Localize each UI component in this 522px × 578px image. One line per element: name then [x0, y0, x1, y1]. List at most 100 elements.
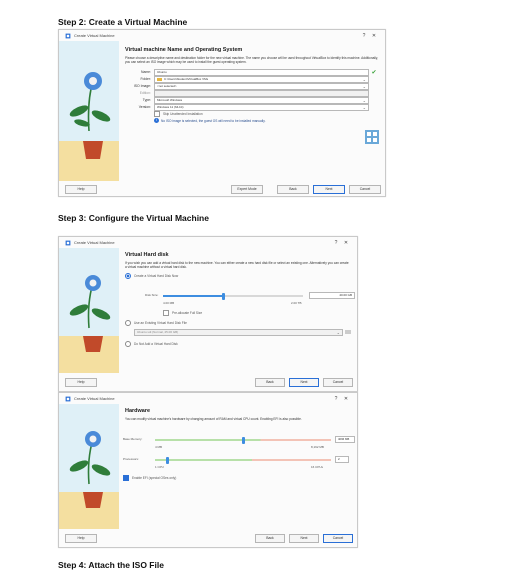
- existing-disk-label: Use an Existing Virtual Hard Disk File: [134, 321, 187, 325]
- info-text: No ISO image is selected, the guest OS w…: [161, 118, 266, 123]
- type-select[interactable]: Microsoft Windows ⌄: [154, 96, 369, 104]
- help-icon[interactable]: ?: [331, 240, 341, 246]
- version-select[interactable]: Windows 11 (64-bit) ⌄: [154, 103, 369, 111]
- cpu-slider-track[interactable]: [155, 459, 331, 461]
- memory-slider-thumb[interactable]: [241, 436, 245, 444]
- version-value: Windows 11 (64-bit): [157, 104, 184, 109]
- iso-image-select[interactable]: <not selected> ⌄: [154, 82, 369, 90]
- page-title: Virtual Hard disk: [125, 252, 169, 258]
- window-title: Create Virtual Machine: [74, 396, 115, 401]
- existing-disk-value: Ubuntu.vdi (Normal, 25.00 GB): [137, 330, 179, 334]
- next-button[interactable]: Next: [289, 378, 319, 387]
- step-3-heading: Step 3: Configure the Virtual Machine: [58, 213, 209, 223]
- help-icon[interactable]: ?: [359, 33, 369, 39]
- disk-min-label: 4.00 MB: [163, 301, 175, 305]
- disk-max-label: 2.00 TB: [291, 301, 302, 305]
- radio[interactable]: [125, 341, 131, 347]
- folder-icon: [157, 77, 162, 81]
- step-2-heading: Step 2: Create a Virtual Machine: [58, 17, 188, 27]
- cancel-button[interactable]: Cancel: [349, 185, 381, 194]
- create-vm-dialog-hard-disk: Create Virtual Machine ? ✕ Virtual Hard …: [58, 236, 358, 392]
- cpu-max-label: 16 CPUs: [311, 465, 324, 469]
- iso-value: <not selected>: [157, 83, 177, 88]
- disk-size-slider-fill: [163, 295, 224, 297]
- create-disk-label: Create a Virtual Hard Disk Now: [134, 273, 179, 278]
- create-vm-dialog-hardware: Create Virtual Machine ? ✕ Hardware You …: [58, 392, 358, 548]
- help-button[interactable]: Help: [65, 534, 97, 543]
- edition-select: [154, 89, 369, 97]
- folder-field[interactable]: C:\Users\Student\VirtualBox VMs ⌄: [154, 75, 369, 83]
- name-label: Name:: [141, 70, 151, 75]
- titlebar: Create Virtual Machine ? ✕: [59, 393, 357, 404]
- titlebar: Create Virtual Machine ? ✕: [59, 237, 357, 248]
- dropdown-icon[interactable]: ⌄: [363, 77, 366, 82]
- close-icon[interactable]: ✕: [341, 240, 351, 246]
- name-row: Name: Ubuntu ✔: [125, 68, 379, 76]
- disk-size-field[interactable]: 40.00 GB: [309, 292, 355, 299]
- preallocate-label: Pre-allocate Full Size: [172, 311, 203, 315]
- memory-label: Base Memory:: [123, 437, 143, 441]
- info-message: i No ISO image is selected, the guest OS…: [125, 117, 379, 125]
- checkbox[interactable]: [123, 475, 129, 481]
- check-icon: ✔: [371, 69, 377, 76]
- page-description: If you wish you can add a virtual hard d…: [125, 261, 349, 270]
- wizard-illustration: [59, 248, 119, 373]
- wizard-illustration: [59, 404, 119, 529]
- virtualbox-icon: [65, 240, 71, 245]
- dropdown-icon[interactable]: ⌄: [363, 84, 366, 89]
- version-row: Version: Windows 11 (64-bit) ⌄: [125, 103, 379, 111]
- titlebar: Create Virtual Machine ? ✕: [59, 30, 385, 41]
- edition-label: Edition:: [139, 91, 151, 96]
- back-button[interactable]: Back: [277, 185, 309, 194]
- preallocate-checkbox[interactable]: Pre-allocate Full Size: [163, 310, 202, 316]
- no-disk-option[interactable]: Do Not Add a Virtual Hard Disk: [125, 341, 178, 347]
- next-button[interactable]: Next: [313, 185, 345, 194]
- radio[interactable]: [125, 320, 131, 326]
- help-icon[interactable]: ?: [331, 396, 341, 402]
- checkbox[interactable]: [154, 110, 160, 117]
- back-button[interactable]: Back: [255, 378, 285, 387]
- skip-unattended-label: Skip Unattended Installation: [163, 111, 203, 116]
- help-button[interactable]: Help: [65, 378, 97, 387]
- folder-row: Folder: C:\Users\Student\VirtualBox VMs …: [125, 75, 379, 83]
- edition-row: Edition:: [125, 89, 379, 97]
- version-label: Version:: [138, 105, 151, 110]
- disk-size-label: Disk Size:: [145, 293, 159, 297]
- virtualbox-icon: [65, 33, 71, 38]
- dropdown-icon[interactable]: ⌄: [363, 105, 366, 110]
- help-button[interactable]: Help: [65, 185, 97, 194]
- type-value: Microsoft Windows: [157, 97, 183, 102]
- efi-checkbox[interactable]: Enable EFI (special OSes only): [123, 475, 176, 481]
- next-button[interactable]: Next: [289, 534, 319, 543]
- page-description: You can modify virtual machine's hardwar…: [125, 417, 302, 421]
- no-disk-label: Do Not Add a Virtual Hard Disk: [134, 342, 178, 346]
- back-button[interactable]: Back: [255, 534, 285, 543]
- close-icon[interactable]: ✕: [369, 33, 379, 39]
- cpu-slider-thumb[interactable]: [165, 456, 169, 464]
- expert-mode-button[interactable]: Expert Mode: [231, 185, 263, 194]
- disk-size-slider-thumb[interactable]: [221, 292, 225, 300]
- memory-max-label: 8,192 MB: [311, 445, 324, 449]
- folder-value: C:\Users\Student\VirtualBox VMs: [164, 76, 209, 81]
- dropdown-icon[interactable]: ⌄: [363, 98, 366, 103]
- create-disk-option[interactable]: Create a Virtual Hard Disk Now: [125, 272, 351, 279]
- existing-disk-select: Ubuntu.vdi (Normal, 25.00 GB) ⌄: [134, 329, 343, 336]
- checkbox[interactable]: [163, 310, 169, 316]
- radio[interactable]: [125, 272, 131, 279]
- create-vm-dialog-name-os: Create Virtual Machine ? ✕ Virtual machi…: [58, 29, 386, 197]
- close-icon[interactable]: ✕: [341, 396, 351, 402]
- existing-disk-option[interactable]: Use an Existing Virtual Hard Disk File: [125, 320, 187, 326]
- page-title: Virtual machine Name and Operating Syste…: [125, 47, 243, 53]
- cpu-field[interactable]: 2: [335, 456, 349, 463]
- type-row: Type: Microsoft Windows ⌄: [125, 96, 379, 104]
- type-label: Type:: [142, 98, 151, 103]
- name-field[interactable]: Ubuntu: [154, 68, 369, 76]
- iso-label: ISO Image:: [133, 84, 151, 89]
- step-4-heading: Step 4: Attach the ISO File: [58, 560, 164, 570]
- cancel-button[interactable]: Cancel: [323, 378, 353, 387]
- window-title: Create Virtual Machine: [74, 240, 115, 245]
- memory-field[interactable]: 4096 MB: [335, 436, 355, 443]
- cancel-button[interactable]: Cancel: [323, 534, 353, 543]
- page-title: Hardware: [125, 408, 151, 414]
- window-title: Create Virtual Machine: [74, 33, 115, 38]
